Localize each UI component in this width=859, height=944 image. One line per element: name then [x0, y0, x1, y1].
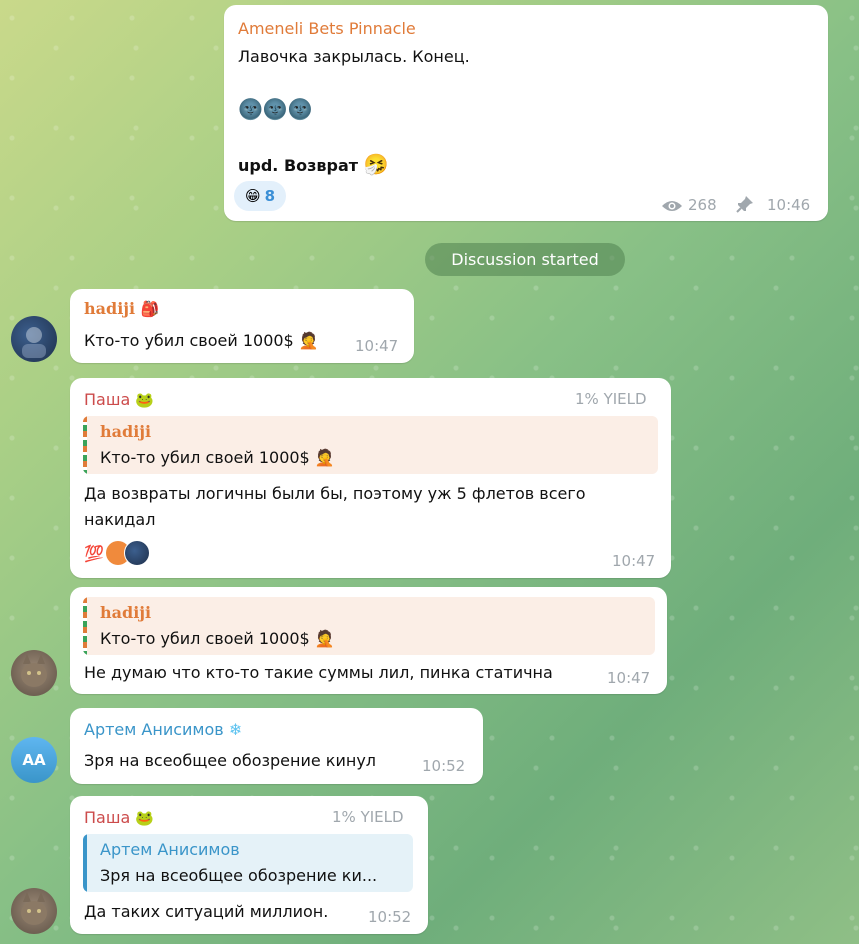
frog-badge-icon: 🐸 [135, 391, 155, 409]
quote-text: Кто-то убил своей 1000$ 🤦 [100, 448, 335, 467]
quote-text: Кто-то убил своей 1000$ 🤦 [100, 629, 335, 648]
message-1-sender[interactable]: hadiji 🎒 [84, 299, 159, 318]
message-3-reply-quote[interactable]: hadiji Кто-то убил своей 1000$ 🤦 [83, 597, 655, 655]
message-bubble-3[interactable]: hadiji Кто-то убил своей 1000$ 🤦 Не дума… [70, 587, 667, 694]
message-5-text: Да таких ситуаций миллион. [84, 902, 329, 921]
quote-text-content: Кто-то убил своей 1000$ [100, 629, 310, 648]
message-4-sender-name[interactable]: Артем Анисимов [84, 720, 224, 739]
reaction-chip[interactable]: 😁 8 [234, 181, 286, 211]
message-4-time: 10:52 [422, 757, 466, 775]
message-2-tag: 1% YIELD [575, 390, 647, 408]
message-5-time: 10:52 [368, 908, 412, 926]
message-1-time: 10:47 [355, 337, 399, 355]
message-4-sender[interactable]: Артем Анисимов ❄ [84, 720, 242, 739]
facepalm-emoji-icon: 🤦 [298, 331, 319, 350]
message-2-sender[interactable]: Паша 🐸 [84, 390, 154, 409]
channel-post-sender[interactable]: Ameneli Bets Pinnacle [238, 19, 416, 38]
message-3-time: 10:47 [607, 669, 651, 687]
grin-emoji-icon: 😁 [244, 187, 261, 205]
message-2-text-line2: накидал [84, 510, 156, 529]
discussion-started-pill: Discussion started [425, 243, 625, 276]
avatar-initials-aa[interactable]: АА [11, 737, 57, 783]
message-5-sender[interactable]: Паша 🐸 [84, 808, 154, 827]
channel-post-emojis: 🌚🌚🌚 [238, 97, 313, 121]
channel-post-line3: upd. Возврат 🤧 [238, 152, 389, 176]
avatar-cat-1[interactable] [11, 650, 57, 696]
views-count: 268 [688, 196, 717, 214]
backpack-badge-icon: 🎒 [140, 300, 160, 318]
message-1-sender-name[interactable]: hadiji [84, 299, 135, 318]
smile-emoji-icon: 🤧 [363, 152, 389, 176]
avatar-initials-text: АА [22, 751, 46, 769]
channel-post-bubble[interactable]: Ameneli Bets Pinnacle Лавочка закрылась.… [224, 5, 828, 221]
message-1-text: Кто-то убил своей 1000$ 🤦 [84, 331, 319, 350]
avatar-cat-2[interactable] [11, 888, 57, 934]
hundred-emoji-icon: 💯 [84, 543, 104, 563]
message-2-sender-name[interactable]: Паша [84, 390, 130, 409]
message-2-time: 10:47 [612, 552, 656, 570]
quote-text: Зря на всеобщее обозрение ки... [100, 866, 378, 885]
quote-bar [83, 834, 87, 892]
channel-post-time: 10:46 [767, 196, 811, 214]
facepalm-emoji-icon: 🤦 [314, 448, 335, 467]
message-4-text: Зря на всеобщее обозрение кинул [84, 751, 377, 770]
quote-bar [83, 597, 87, 655]
frog-badge-icon: 🐸 [135, 809, 155, 827]
facepalm-emoji-icon: 🤦 [314, 629, 335, 648]
eye-icon [661, 198, 683, 217]
message-5-sender-name[interactable]: Паша [84, 808, 130, 827]
message-5-tag: 1% YIELD [332, 808, 404, 826]
reactor-avatar-dark [123, 540, 150, 566]
message-bubble-1[interactable]: hadiji 🎒 Кто-то убил своей 1000$ 🤦 10:47 [70, 289, 414, 363]
message-2-text-line1: Да возвраты логичны были бы, поэтому уж … [84, 484, 586, 503]
quote-text-content: Кто-то убил своей 1000$ [100, 448, 310, 467]
message-bubble-4[interactable]: Артем Анисимов ❄ Зря на всеобщее обозрен… [70, 708, 483, 784]
avatar-hadiji[interactable] [11, 316, 57, 362]
quote-bar [83, 416, 87, 474]
message-bubble-2[interactable]: Паша 🐸 1% YIELD hadiji Кто-то убил своей… [70, 378, 671, 578]
quote-sender: hadiji [100, 422, 152, 441]
pin-icon [736, 195, 754, 217]
message-1-text-content: Кто-то убил своей 1000$ [84, 331, 294, 350]
message-5-reply-quote[interactable]: Артем Анисимов Зря на всеобщее обозрение… [83, 834, 413, 892]
quote-sender: hadiji [100, 603, 152, 622]
reaction-count: 8 [264, 187, 276, 205]
snowflake-badge-icon: ❄ [228, 720, 243, 739]
message-3-text: Не думаю что кто-то такие суммы лил, пин… [84, 663, 553, 682]
channel-post-line1: Лавочка закрылась. Конец. [238, 47, 470, 66]
quote-sender: Артем Анисимов [100, 840, 240, 859]
channel-post-upd-text: upd. Возврат [238, 156, 359, 175]
message-bubble-5[interactable]: Паша 🐸 1% YIELD Артем Анисимов Зря на вс… [70, 796, 428, 934]
message-2-reply-quote[interactable]: hadiji Кто-то убил своей 1000$ 🤦 [83, 416, 658, 474]
message-2-reactions[interactable]: 💯 [84, 540, 150, 566]
